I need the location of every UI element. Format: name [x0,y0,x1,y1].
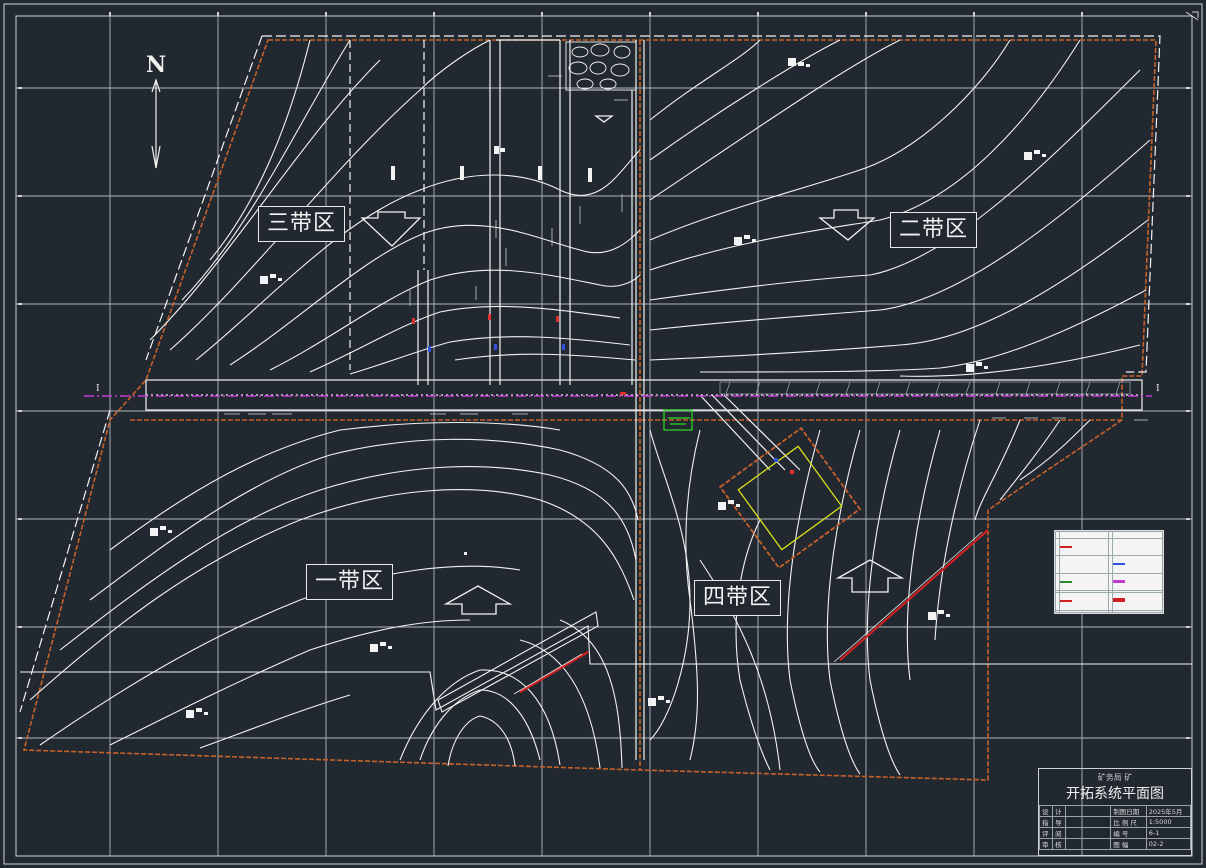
title-block-org: 矿务局 矿 [1097,773,1133,782]
zone-label-4: 四带区 [694,580,782,616]
sample-point-markers [150,58,1046,718]
mine-plan-drawing [3,3,1203,865]
outer-dashed-boundary [19,35,1161,713]
frame-ticks [18,12,1190,739]
title-cell: 设 [1038,805,1054,817]
title-cell: 导 [1052,816,1067,828]
title-cell: 比 例 尺 [1110,816,1147,828]
hatched-roadway [719,381,1131,395]
north-arrow [151,78,161,169]
zone-label-2: 二带区 [890,212,978,248]
title-row: 评 阅 编 号 6-1 [1038,827,1192,839]
contour-lines [29,39,1151,776]
title-cell: 评 [1038,827,1054,839]
section-label-right: I [1156,384,1160,394]
zone-label-3: 三带区 [258,206,346,242]
section-label-left: I [96,384,100,394]
coordinate-grid [16,16,1192,856]
title-cell [1065,816,1112,828]
title-cell: 计 [1052,805,1067,817]
gravel-area [565,41,637,91]
title-cell: 6-1 [1145,827,1192,839]
title-block: 矿务局 矿 开拓系统平面图 设 计 制图日期 2025年5月 指 导 比 例 尺… [1038,768,1192,856]
drawing-frame-outer [3,3,1203,865]
roadway-labels [224,75,1148,421]
title-cell: 核 [1052,838,1067,850]
title-cell: 图 幅 [1110,838,1147,850]
title-cell: 指 [1038,816,1054,828]
drawing-title: 开拓系统平面图 [1066,786,1164,802]
title-cell: 1:5000 [1145,816,1192,828]
title-cell: 2025年5月 [1145,805,1192,817]
title-cell: 02-2 [1145,838,1192,850]
title-cell: 制图日期 [1110,805,1147,817]
legend-table [1054,530,1164,614]
zone-label-1: 一带区 [306,564,394,600]
shaft-zone-outline [718,426,862,570]
title-cell: 审 [1038,838,1054,850]
title-cell: 阅 [1052,827,1067,839]
title-cell [1065,838,1112,850]
title-cell: 编 号 [1110,827,1147,839]
title-block-grid: 设 计 制图日期 2025年5月 指 导 比 例 尺 1:5000 评 阅 编 … [1038,805,1192,850]
north-label: N [146,52,167,78]
title-row: 设 计 制图日期 2025年5月 [1038,805,1192,817]
title-row: 审 核 图 幅 02-2 [1038,838,1192,850]
title-cell [1065,805,1112,817]
main-roadways [145,39,1143,760]
drawing-frame-inner [15,15,1193,857]
title-row: 指 导 比 例 尺 1:5000 [1038,816,1192,828]
title-cell [1065,827,1112,839]
